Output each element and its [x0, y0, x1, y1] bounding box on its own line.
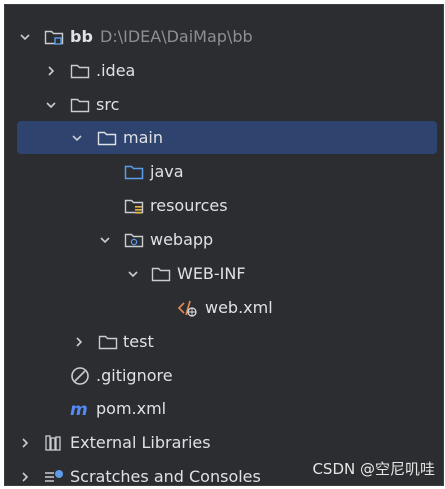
watermark: CSDN @空尼叽哇: [312, 460, 435, 478]
tree-item-label: web.xml: [205, 298, 273, 317]
chevron-down-icon[interactable]: [125, 266, 141, 282]
tree-row-pom[interactable]: m pom.xml: [5, 392, 443, 425]
chevron-down-icon[interactable]: [97, 232, 113, 248]
tree-item-label: .idea: [96, 61, 136, 80]
tree-item-label: External Libraries: [70, 433, 211, 452]
tree-row-webapp[interactable]: webapp: [5, 223, 443, 256]
tree-item-label: pom.xml: [96, 399, 167, 418]
tree-row-webinf[interactable]: WEB-INF: [5, 257, 443, 290]
chevron-down-icon[interactable]: [43, 97, 59, 113]
xml-file-icon: [177, 297, 199, 319]
ignore-file-icon: [69, 365, 91, 387]
tree-row-gitignore[interactable]: .gitignore: [5, 359, 443, 392]
chevron-right-icon[interactable]: [17, 469, 33, 485]
resources-folder-icon: [123, 195, 145, 217]
tree-item-label: main: [123, 128, 163, 147]
scratches-icon: [43, 466, 65, 486]
tree-row-test[interactable]: test: [5, 325, 443, 358]
tree-row-idea[interactable]: .idea: [5, 54, 443, 87]
folder-icon: [97, 331, 119, 353]
project-path: D:\IDEA\DaiMap\bb: [100, 27, 253, 46]
folder-icon: [69, 94, 91, 116]
tree-item-label: src: [96, 95, 120, 114]
web-folder-icon: [123, 229, 145, 251]
tree-row-webxml[interactable]: web.xml: [5, 291, 443, 324]
folder-icon: [69, 60, 91, 82]
chevron-down-icon[interactable]: [69, 130, 85, 146]
tree-item-label: Scratches and Consoles: [70, 467, 261, 486]
folder-icon: [96, 127, 118, 149]
chevron-right-icon[interactable]: [71, 334, 87, 350]
tree-item-label: test: [123, 332, 154, 351]
tree-row-external-libraries[interactable]: External Libraries: [5, 426, 443, 459]
tree-row-resources[interactable]: resources: [5, 189, 443, 222]
svg-text:m: m: [70, 400, 88, 418]
tree-row-root[interactable]: bb D:\IDEA\DaiMap\bb: [5, 20, 443, 53]
tree-item-label: webapp: [150, 230, 214, 249]
tree-item-label: .gitignore: [96, 366, 173, 385]
maven-file-icon: m: [69, 398, 91, 420]
tree-item-label: resources: [150, 196, 228, 215]
chevron-right-icon[interactable]: [43, 63, 59, 79]
project-folder-icon: [43, 26, 65, 48]
folder-icon: [150, 263, 172, 285]
project-tree-panel: bb D:\IDEA\DaiMap\bb .idea src main java…: [4, 4, 444, 486]
chevron-right-icon[interactable]: [17, 435, 33, 451]
tree-row-java[interactable]: java: [5, 155, 443, 188]
tree-item-label: WEB-INF: [177, 264, 246, 283]
tree-row-src[interactable]: src: [5, 88, 443, 121]
chevron-down-icon[interactable]: [17, 29, 33, 45]
source-folder-icon: [123, 161, 145, 183]
tree-row-main[interactable]: main: [17, 121, 437, 154]
tree-item-label: java: [150, 162, 184, 181]
library-icon: [43, 432, 65, 454]
project-name: bb: [70, 27, 93, 46]
